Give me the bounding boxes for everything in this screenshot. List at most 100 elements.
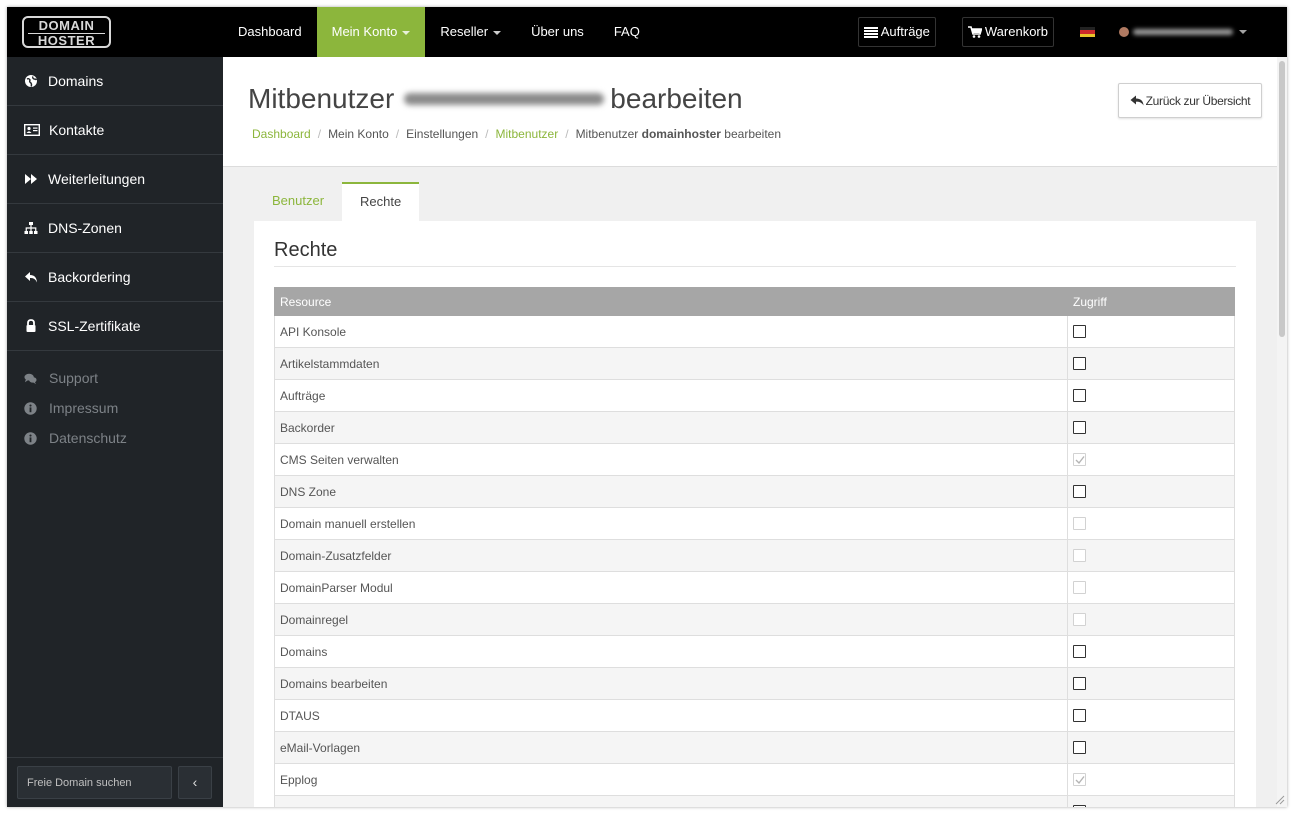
page-header: Mitbenutzer bearbeiten Dashboard / Mein Ko… — [223, 57, 1287, 167]
cart-button-label: Warenkorb — [984, 24, 1048, 39]
domain-search-input[interactable] — [17, 766, 172, 799]
resource-cell: DNS Zone — [274, 475, 1068, 508]
access-checkbox[interactable] — [1073, 357, 1086, 370]
access-checkbox[interactable] — [1073, 421, 1086, 434]
checkmark-icon — [1075, 456, 1085, 465]
nav-reseller[interactable]: Reseller — [425, 7, 516, 57]
access-checkbox[interactable] — [1073, 709, 1086, 722]
sidebar-link-label: Impressum — [49, 400, 119, 416]
contact-card-icon — [24, 124, 40, 136]
nav-dashboard-label: Dashboard — [238, 24, 302, 39]
nav-mein-konto[interactable]: Mein Konto — [316, 7, 426, 57]
resource-cell: Aufträge — [274, 379, 1068, 412]
reply-icon — [1130, 95, 1144, 106]
back-to-overview-button[interactable]: Zurück zur Übersicht — [1118, 83, 1262, 118]
access-checkbox[interactable] — [1073, 677, 1086, 690]
sidebar-item-ssl-zertifikate[interactable]: SSL-Zertifikate — [7, 302, 223, 351]
access-checkbox — [1073, 517, 1086, 530]
resource-cell: Epplog — [274, 763, 1068, 796]
access-checkbox[interactable] — [1073, 741, 1086, 754]
sidebar-item-label: Kontakte — [49, 122, 105, 138]
tab-rechte[interactable]: Rechte — [342, 182, 420, 221]
access-cell — [1067, 379, 1235, 412]
column-header-access: Zugriff — [1067, 287, 1235, 316]
breadcrumb-separator: / — [485, 127, 489, 141]
sidebar-item-domains[interactable]: Domains — [7, 57, 223, 106]
resource-cell: Domain-Zusatzfelder — [274, 539, 1068, 572]
cart-icon — [967, 26, 982, 38]
sidebar-item-label: DNS-Zonen — [48, 220, 122, 236]
rights-table: Resource Zugriff API Konsole Artikelstamm… — [274, 287, 1235, 807]
scrollbar-thumb[interactable] — [1279, 61, 1285, 337]
sidebar-item-backordering[interactable]: Backordering — [7, 253, 223, 302]
nav-faq[interactable]: FAQ — [599, 7, 655, 57]
breadcrumb-mitbenutzer[interactable]: Mitbenutzer — [496, 127, 559, 141]
main-nav: Dashboard Mein Konto Reseller Über uns F… — [223, 7, 655, 57]
tab-bar: Benutzer Rechte — [254, 182, 420, 221]
domainhoster-logo[interactable]: DOMAIN HOSTER — [22, 16, 111, 48]
sidebar-item-kontakte[interactable]: Kontakte — [7, 106, 223, 155]
nav-ueber-uns[interactable]: Über uns — [516, 7, 599, 57]
sidebar-item-weiterleitungen[interactable]: Weiterleitungen — [7, 155, 223, 204]
access-checkbox[interactable] — [1073, 325, 1086, 338]
breadcrumb-separator: / — [317, 127, 322, 141]
comments-icon — [24, 373, 37, 384]
table-row: Gutscheine — [274, 795, 1235, 807]
access-checkbox — [1073, 581, 1086, 594]
access-checkbox — [1073, 453, 1086, 466]
info-icon — [24, 431, 37, 445]
access-checkbox[interactable] — [1073, 645, 1086, 658]
breadcrumb-einstellungen: Einstellungen — [406, 127, 479, 141]
top-navbar: DOMAIN HOSTER Dashboard Mein Konto Resel… — [7, 7, 1287, 57]
forward-icon — [25, 174, 37, 184]
sidebar-link-support[interactable]: Support — [7, 363, 223, 393]
breadcrumb-dashboard[interactable]: Dashboard — [252, 127, 311, 141]
resource-cell: DomainParser Modul — [274, 571, 1068, 604]
sidebar-item-dns-zonen[interactable]: DNS-Zonen — [7, 204, 223, 253]
sitemap-icon — [24, 222, 38, 234]
table-row: API Konsole — [274, 315, 1235, 348]
resource-cell: Artikelstammdaten — [274, 347, 1068, 380]
resource-cell: eMail-Vorlagen — [274, 731, 1068, 764]
tab-benutzer[interactable]: Benutzer — [254, 182, 342, 221]
table-row: DNS Zone — [274, 475, 1235, 508]
resize-grip-icon[interactable] — [1273, 793, 1285, 805]
table-row: DTAUS — [274, 699, 1235, 732]
table-row: Domain manuell erstellen — [274, 507, 1235, 540]
table-row: Backorder — [274, 411, 1235, 444]
user-menu[interactable] — [1119, 27, 1247, 37]
breadcrumb-mein-konto: Mein Konto — [328, 127, 389, 141]
table-row: Epplog — [274, 763, 1235, 796]
resource-cell: Domains bearbeiten — [274, 667, 1068, 700]
vertical-scrollbar[interactable] — [1277, 57, 1287, 807]
nav-dashboard[interactable]: Dashboard — [223, 7, 317, 57]
breadcrumb-current-suffix: bearbeiten — [724, 127, 782, 141]
access-cell — [1067, 635, 1235, 668]
german-flag-icon[interactable] — [1080, 27, 1095, 37]
sidebar-collapse-button[interactable]: ‹ — [178, 766, 212, 799]
orders-button[interactable]: Aufträge — [857, 17, 936, 47]
rights-table-body: API Konsole Artikelstammdaten Aufträge Back… — [274, 315, 1235, 807]
logo-line-1: DOMAIN — [38, 18, 95, 33]
list-icon — [863, 26, 878, 38]
sidebar-link-datenschutz[interactable]: Datenschutz — [7, 423, 223, 453]
cart-button[interactable]: Warenkorb — [961, 17, 1054, 47]
table-header-row: Resource Zugriff — [274, 287, 1235, 316]
access-cell — [1067, 411, 1235, 444]
access-checkbox — [1073, 773, 1086, 786]
page-title-prefix: Mitbenutzer — [248, 83, 395, 114]
info-icon — [24, 401, 37, 415]
access-checkbox[interactable] — [1073, 485, 1086, 498]
resource-cell: Domainregel — [274, 603, 1068, 636]
panel-title: Rechte — [274, 239, 1236, 267]
sidebar-link-impressum[interactable]: Impressum — [7, 393, 223, 423]
redacted-username — [1133, 29, 1233, 35]
access-checkbox[interactable] — [1073, 389, 1086, 402]
table-row: Artikelstammdaten — [274, 347, 1235, 380]
breadcrumb-current-user: domainhoster — [641, 127, 721, 141]
logo-line-2: HOSTER — [28, 33, 105, 47]
column-header-resource: Resource — [274, 287, 1068, 316]
access-cell — [1067, 603, 1235, 636]
access-checkbox[interactable] — [1073, 805, 1086, 807]
back-button-label: Zurück zur Übersicht — [1145, 93, 1251, 108]
